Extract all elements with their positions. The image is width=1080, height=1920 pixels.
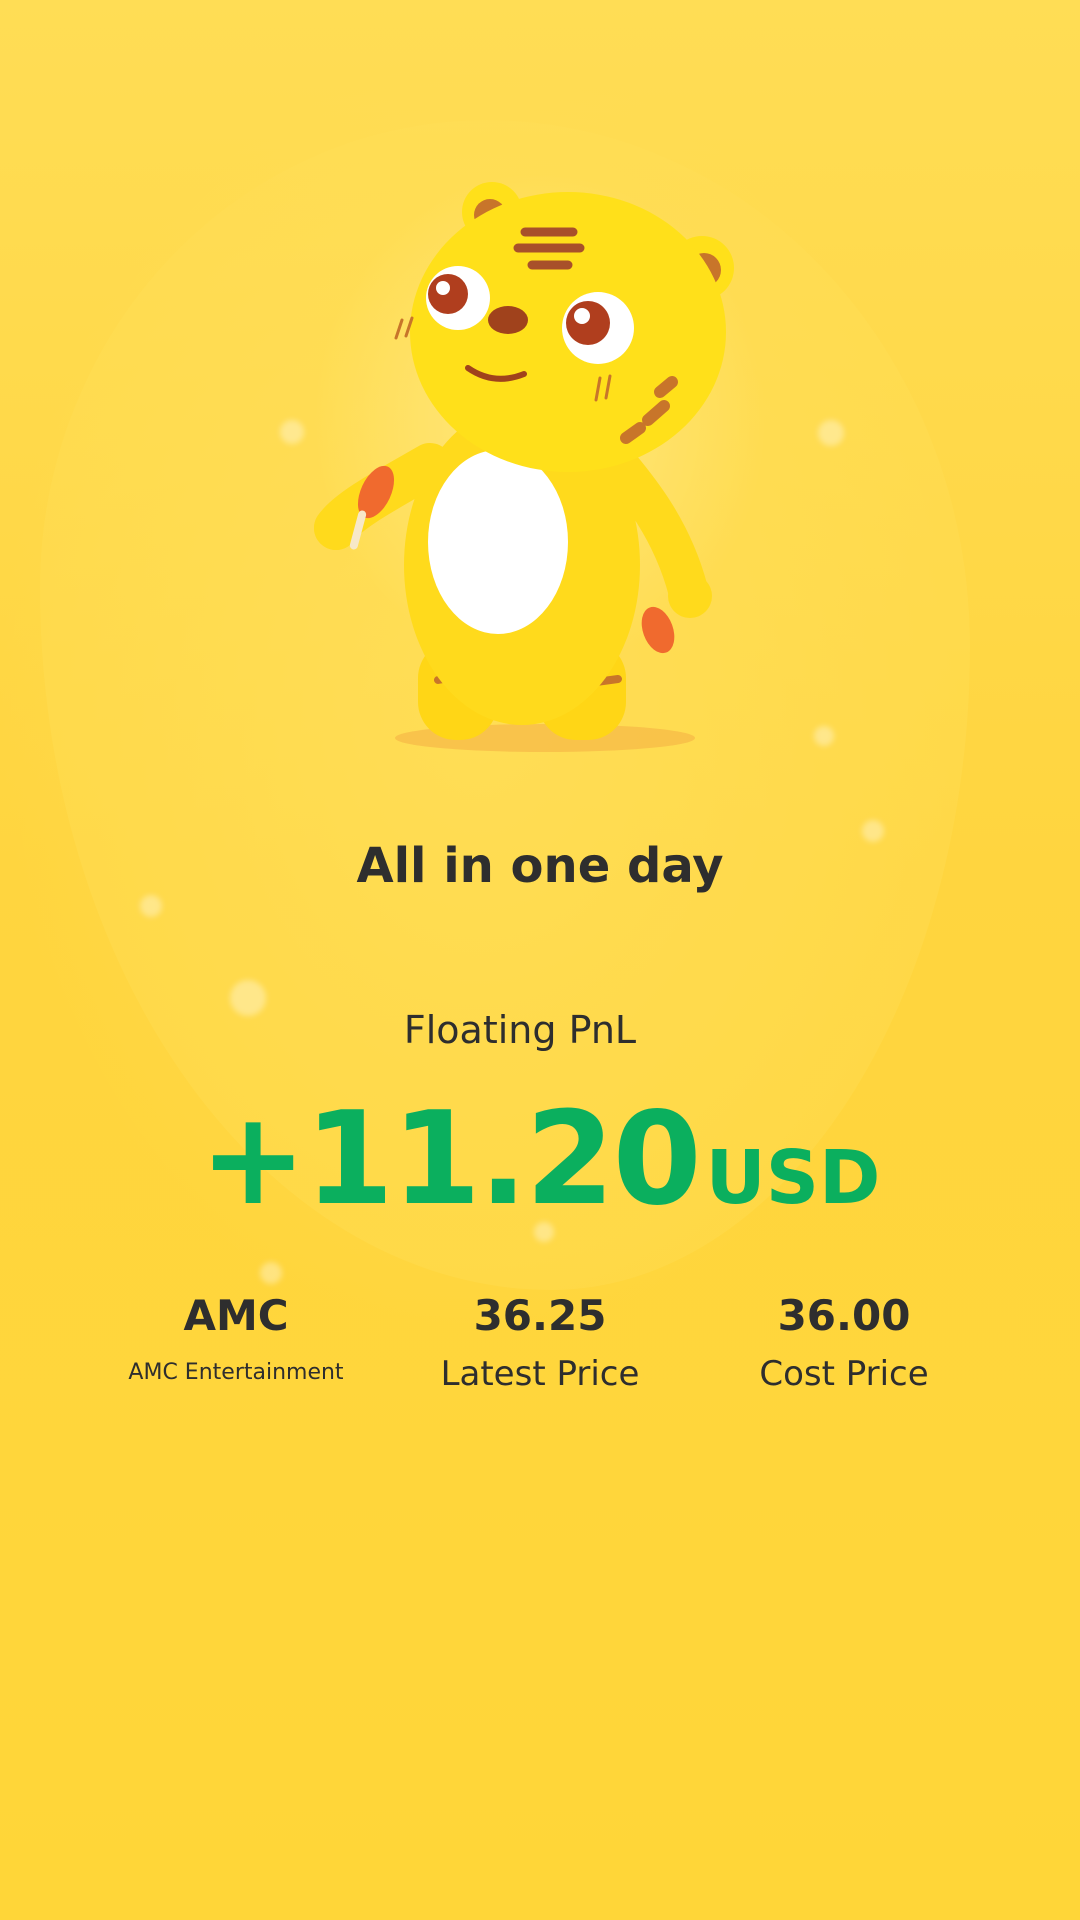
cost-price-stat: 36.00 Cost Price <box>684 1288 1004 1394</box>
latest-price-label: Latest Price <box>440 1354 640 1394</box>
latest-price-value: 36.25 <box>473 1291 607 1340</box>
pnl-amount: +11.20 <box>199 1085 702 1234</box>
sparkle <box>818 420 844 446</box>
stock-name: AMC Entertainment <box>128 1360 344 1385</box>
headline: All in one day <box>356 838 724 894</box>
sparkle <box>260 1262 282 1284</box>
latest-price-stat: 36.25 Latest Price <box>380 1288 700 1394</box>
sparkle <box>814 726 834 746</box>
sparkle <box>140 895 162 917</box>
tiger-mascot-icon <box>314 182 734 752</box>
stock-ticker: AMC <box>183 1291 289 1340</box>
floating-pnl-value: +11.20USD <box>0 1085 1080 1234</box>
cost-price-value: 36.00 <box>777 1291 911 1340</box>
cost-price-label: Cost Price <box>759 1354 929 1394</box>
floating-pnl-label: Floating PnL <box>403 1008 637 1052</box>
pnl-currency: USD <box>705 1135 881 1221</box>
stock-symbol-stat: AMC AMC Entertainment <box>76 1288 396 1385</box>
